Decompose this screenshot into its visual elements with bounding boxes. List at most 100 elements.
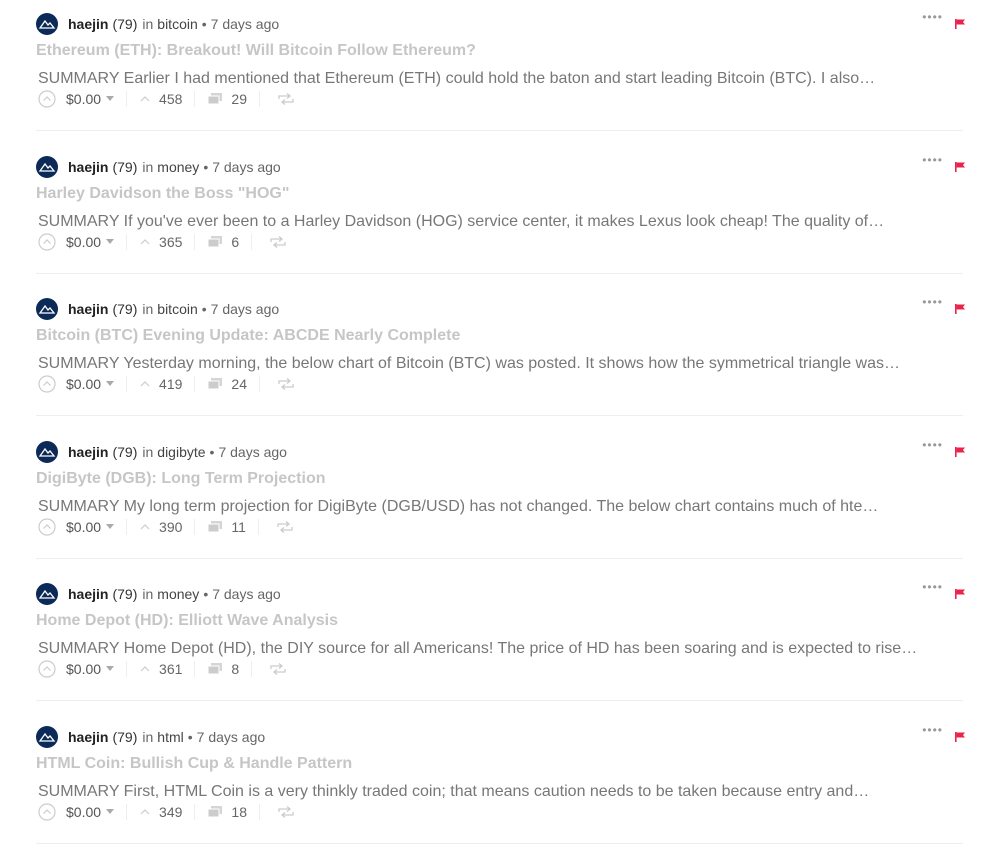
payout-dropdown-icon[interactable]: [106, 665, 115, 671]
upvote-circle-icon[interactable]: [38, 803, 56, 821]
payout-dropdown-icon[interactable]: [106, 380, 115, 386]
post-title[interactable]: Harley Davidson the Boss "HOG": [36, 185, 289, 203]
comments-icon[interactable]: [207, 662, 223, 676]
comment-count[interactable]: 18: [231, 804, 247, 820]
author-name[interactable]: haejin: [68, 16, 108, 32]
payout-dropdown-icon[interactable]: [106, 808, 115, 814]
post-time[interactable]: 7 days ago: [212, 586, 281, 602]
more-options-icon[interactable]: ••••: [922, 11, 943, 23]
post-summary[interactable]: SUMMARY Yesterday morning, the below cha…: [38, 355, 900, 373]
resteem-icon[interactable]: [278, 806, 294, 818]
author-avatar[interactable]: [36, 441, 58, 463]
author-name[interactable]: haejin: [68, 729, 108, 745]
post-title[interactable]: Ethereum (ETH): Breakout! Will Bitcoin F…: [36, 42, 476, 60]
resteem-icon[interactable]: [277, 521, 293, 533]
post-item: haejin (79) in bitcoin • 7 days ago ••••…: [36, 285, 966, 428]
comments-icon[interactable]: [207, 235, 223, 249]
post-title[interactable]: Bitcoin (BTC) Evening Update: ABCDE Near…: [36, 327, 460, 345]
post-title[interactable]: Home Depot (HD): Elliott Wave Analysis: [36, 612, 338, 630]
post-footer: $0.00 458 29: [38, 90, 294, 108]
chevron-up-icon: [140, 381, 150, 387]
comment-count[interactable]: 6: [231, 234, 239, 250]
comment-count[interactable]: 24: [231, 376, 247, 392]
vote-count[interactable]: 458: [159, 91, 182, 107]
upvote-circle-icon[interactable]: [38, 233, 56, 251]
in-label: in: [142, 729, 154, 745]
vote-count[interactable]: 390: [159, 519, 182, 535]
category-link[interactable]: digibyte: [157, 444, 205, 460]
author-avatar[interactable]: [36, 13, 58, 35]
more-options-icon[interactable]: ••••: [922, 296, 943, 308]
post-summary[interactable]: SUMMARY Earlier I had mentioned that Eth…: [38, 70, 875, 88]
payout-value[interactable]: $0.00: [66, 91, 101, 107]
author-avatar[interactable]: [36, 583, 58, 605]
post-time[interactable]: 7 days ago: [212, 159, 281, 175]
resteem-icon[interactable]: [278, 93, 294, 105]
more-options-icon[interactable]: ••••: [922, 154, 943, 166]
vote-count[interactable]: 365: [159, 234, 182, 250]
comments-icon[interactable]: [207, 805, 223, 819]
more-options-icon[interactable]: ••••: [922, 439, 943, 451]
flag-icon[interactable]: [954, 18, 966, 30]
resteem-icon[interactable]: [270, 663, 286, 675]
flag-icon[interactable]: [954, 731, 966, 743]
category-link[interactable]: money: [157, 586, 199, 602]
in-label: in: [142, 16, 154, 32]
category-link[interactable]: bitcoin: [157, 301, 197, 317]
upvote-circle-icon[interactable]: [38, 660, 56, 678]
more-options-icon[interactable]: ••••: [922, 581, 943, 593]
post-summary[interactable]: SUMMARY My long term projection for Digi…: [38, 498, 878, 516]
comments-icon[interactable]: [207, 92, 223, 106]
resteem-icon[interactable]: [270, 236, 286, 248]
payout-value[interactable]: $0.00: [66, 519, 101, 535]
post-summary[interactable]: SUMMARY Home Depot (HD), the DIY source …: [38, 640, 917, 658]
flag-icon[interactable]: [954, 303, 966, 315]
upvote-circle-icon[interactable]: [38, 90, 56, 108]
category-link[interactable]: html: [157, 729, 183, 745]
author-name[interactable]: haejin: [68, 444, 108, 460]
author-reputation: (79): [112, 159, 138, 175]
post-time[interactable]: 7 days ago: [218, 444, 287, 460]
post-summary[interactable]: SUMMARY First, HTML Coin is a very think…: [38, 783, 869, 801]
author-avatar[interactable]: [36, 156, 58, 178]
flag-icon[interactable]: [954, 161, 966, 173]
chevron-up-icon: [140, 96, 150, 102]
post-title[interactable]: HTML Coin: Bullish Cup & Handle Pattern: [36, 755, 352, 773]
comments-icon[interactable]: [207, 520, 223, 534]
post-summary[interactable]: SUMMARY If you've ever been to a Harley …: [38, 213, 884, 231]
payout-value[interactable]: $0.00: [66, 804, 101, 820]
comments-icon[interactable]: [207, 377, 223, 391]
upvote-circle-icon[interactable]: [38, 518, 56, 536]
author-name[interactable]: haejin: [68, 159, 108, 175]
payout-value[interactable]: $0.00: [66, 376, 101, 392]
comment-count[interactable]: 11: [231, 519, 246, 535]
payout-value[interactable]: $0.00: [66, 234, 101, 250]
vote-count[interactable]: 419: [159, 376, 182, 392]
more-options-icon[interactable]: ••••: [922, 724, 943, 736]
payout-dropdown-icon[interactable]: [106, 238, 115, 244]
flag-icon[interactable]: [954, 588, 966, 600]
author-avatar[interactable]: [36, 298, 58, 320]
author-name[interactable]: haejin: [68, 301, 108, 317]
comment-count[interactable]: 29: [231, 91, 247, 107]
post-time[interactable]: 7 days ago: [197, 729, 266, 745]
flag-icon[interactable]: [954, 446, 966, 458]
post-divider: [36, 700, 963, 701]
post-title[interactable]: DigiByte (DGB): Long Term Projection: [36, 470, 325, 488]
author-name[interactable]: haejin: [68, 586, 108, 602]
post-time[interactable]: 7 days ago: [211, 16, 280, 32]
category-link[interactable]: bitcoin: [157, 16, 197, 32]
vote-count[interactable]: 349: [159, 804, 182, 820]
divider: [194, 376, 196, 392]
comment-count[interactable]: 8: [231, 661, 239, 677]
chevron-up-icon: [140, 524, 150, 530]
author-avatar[interactable]: [36, 726, 58, 748]
payout-value[interactable]: $0.00: [66, 661, 101, 677]
payout-dropdown-icon[interactable]: [106, 95, 115, 101]
resteem-icon[interactable]: [278, 378, 294, 390]
payout-dropdown-icon[interactable]: [106, 523, 115, 529]
upvote-circle-icon[interactable]: [38, 375, 56, 393]
vote-count[interactable]: 361: [159, 661, 182, 677]
post-time[interactable]: 7 days ago: [211, 301, 280, 317]
category-link[interactable]: money: [157, 159, 199, 175]
